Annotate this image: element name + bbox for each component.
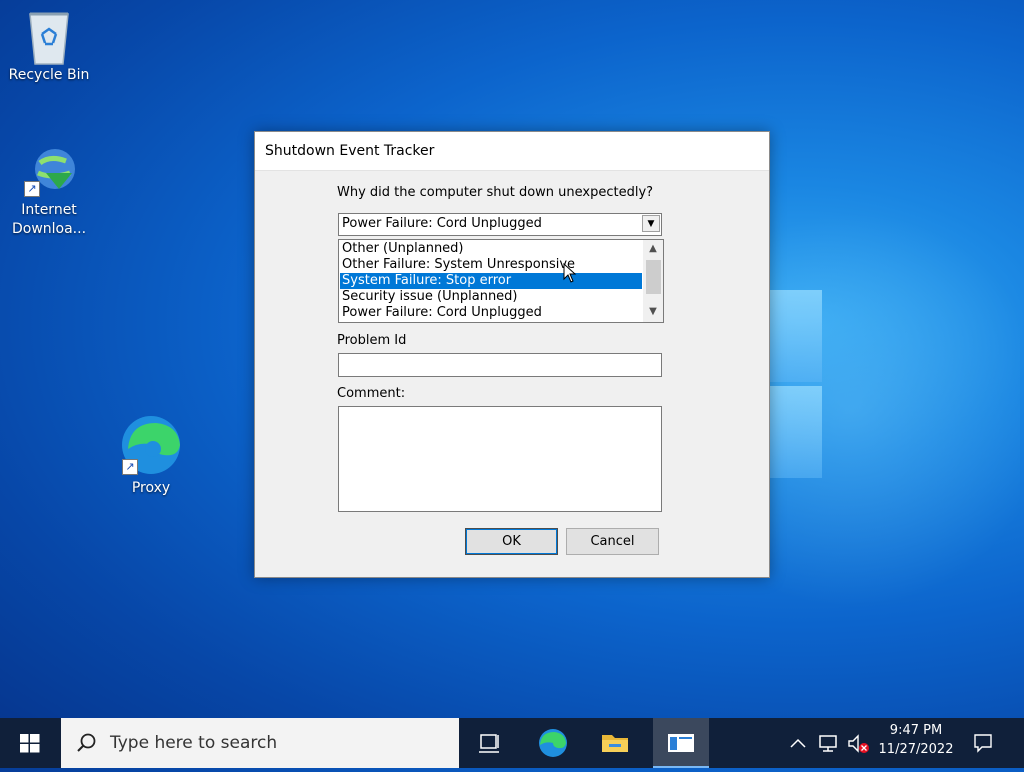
reason-list-item[interactable]: Other (Unplanned)	[340, 241, 642, 257]
scrollbar-thumb[interactable]	[646, 260, 661, 294]
wallpaper-logo-pane	[770, 290, 822, 382]
desktop-icon-recycle-bin[interactable]: Recycle Bin	[6, 8, 92, 85]
desktop-icon-label: Proxy	[131, 480, 171, 496]
desktop-icon-label: Recycle Bin	[8, 67, 90, 83]
shortcut-arrow-icon: ↗	[122, 459, 138, 475]
desktop-icon-proxy[interactable]: ↗ Proxy	[108, 413, 194, 498]
scroll-up-icon[interactable]: ▲	[643, 241, 663, 257]
dialog-title: Shutdown Event Tracker	[265, 143, 435, 159]
shortcut-arrow-icon: ↗	[24, 181, 40, 197]
reason-list-item[interactable]: Power Failure: Cord Unplugged	[340, 305, 642, 321]
reason-list-item-selected[interactable]: System Failure: Stop error	[340, 273, 642, 289]
scroll-down-icon[interactable]: ▼	[643, 304, 663, 320]
shutdown-event-tracker-dialog: Shutdown Event Tracker Why did the compu…	[254, 131, 770, 578]
internet-download-manager-icon: ↗	[22, 143, 76, 197]
problem-id-label: Problem Id	[337, 333, 407, 348]
task-view-button[interactable]	[464, 718, 514, 768]
clock-date: 11/27/2022	[878, 742, 954, 757]
edge-icon	[539, 729, 567, 757]
chevron-up-icon[interactable]	[787, 733, 809, 753]
search-icon	[77, 733, 96, 752]
recycle-bin-icon	[22, 8, 76, 65]
notification-center-icon[interactable]	[972, 732, 994, 754]
reason-list-scrollbar[interactable]: ▲ ▼	[643, 240, 663, 322]
taskbar-search-box[interactable]: Type here to search	[61, 718, 459, 768]
edge-icon: ↗	[120, 413, 182, 475]
taskbar-shutdown-tracker-button[interactable]	[653, 718, 709, 768]
wallpaper-logo-pane	[770, 386, 822, 478]
dialog-titlebar[interactable]: Shutdown Event Tracker	[255, 132, 769, 171]
taskbar: Type here to search 9:47 PM 11/27/2022	[0, 718, 1024, 768]
folder-icon	[602, 735, 628, 752]
shutdown-question-label: Why did the computer shut down unexpecte…	[337, 185, 654, 200]
cancel-button[interactable]: Cancel	[566, 528, 659, 555]
desktop-icon-label: Internet Downloa...	[11, 202, 87, 237]
dialog-window-icon	[668, 734, 694, 752]
windows-logo-icon	[20, 734, 40, 753]
task-view-icon	[479, 734, 499, 753]
taskbar-clock[interactable]: 9:47 PM 11/27/2022	[872, 723, 960, 757]
reason-list-item[interactable]: Security issue (Unplanned)	[340, 289, 642, 305]
clock-time: 9:47 PM	[889, 723, 943, 738]
taskbar-edge-button[interactable]	[528, 718, 578, 768]
problem-id-input[interactable]	[338, 353, 662, 377]
volume-muted-icon[interactable]	[846, 732, 872, 756]
comment-label: Comment:	[337, 386, 406, 401]
ok-button[interactable]: OK	[465, 528, 558, 555]
reason-list-item[interactable]: Other Failure: System Unresponsive	[340, 257, 642, 273]
taskbar-file-explorer-button[interactable]	[590, 718, 640, 768]
reason-dropdown[interactable]: Power Failure: Cord Unplugged ▼	[338, 213, 662, 236]
start-button[interactable]	[0, 718, 60, 768]
network-icon[interactable]	[816, 732, 840, 754]
chevron-down-icon[interactable]: ▼	[642, 215, 660, 232]
desktop-icon-internet-download-manager[interactable]: ↗ Internet Downloa...	[6, 143, 92, 239]
reason-list[interactable]: Other (Unplanned) Other Failure: System …	[338, 239, 664, 323]
search-placeholder: Type here to search	[110, 733, 278, 753]
mouse-cursor-icon	[563, 263, 577, 283]
comment-textarea[interactable]	[338, 406, 662, 512]
reason-dropdown-value: Power Failure: Cord Unplugged	[342, 216, 542, 231]
